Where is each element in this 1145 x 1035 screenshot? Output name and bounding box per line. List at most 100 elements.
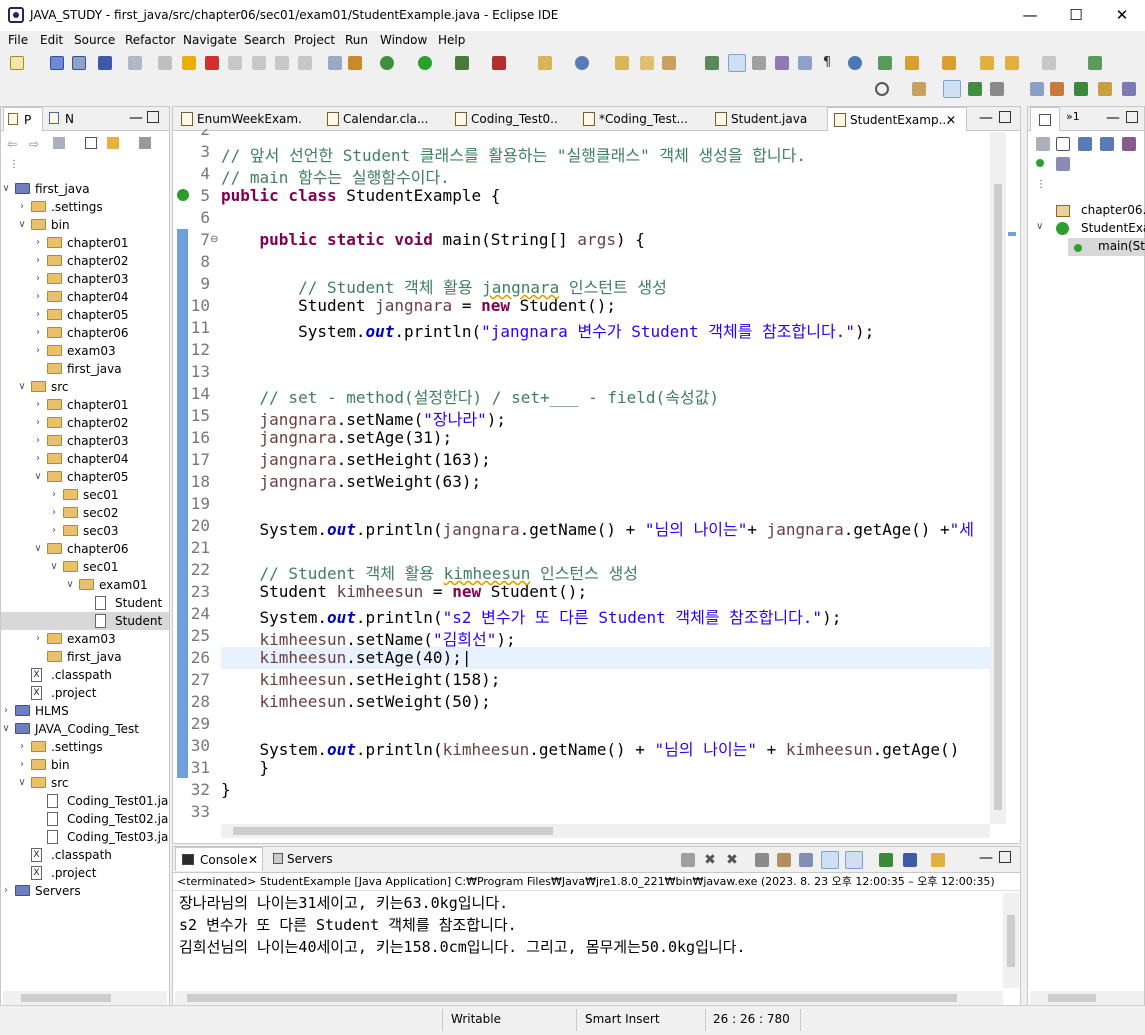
expand-icon[interactable]: › bbox=[33, 270, 43, 288]
tree-item[interactable]: Coding_Test01.ja bbox=[1, 792, 169, 810]
skip-breakpoints-icon[interactable] bbox=[128, 56, 142, 70]
menu-search[interactable]: Search bbox=[244, 33, 285, 47]
tree-item[interactable]: › chapter03 bbox=[1, 432, 169, 450]
view-menu-icon[interactable] bbox=[139, 137, 151, 149]
search-icon[interactable] bbox=[875, 82, 889, 96]
back-nav-icon[interactable]: ⇦ bbox=[7, 137, 17, 151]
collapse-all-icon[interactable] bbox=[85, 137, 97, 149]
web-browser-icon[interactable] bbox=[848, 56, 862, 70]
suspend-icon[interactable] bbox=[182, 56, 196, 70]
tree-item[interactable]: › chapter05 bbox=[1, 306, 169, 324]
more-views-icon[interactable]: »1 bbox=[1066, 110, 1080, 123]
display-console-icon[interactable] bbox=[903, 853, 917, 867]
tree-item[interactable]: Coding_Test03.ja bbox=[1, 828, 169, 846]
expand-icon[interactable]: › bbox=[33, 306, 43, 324]
fold-icon[interactable]: ⊖ bbox=[210, 234, 218, 245]
toggle-view-icon[interactable] bbox=[1088, 56, 1102, 70]
tree-item[interactable]: ∨ src bbox=[1, 378, 169, 396]
back-arrow-icon[interactable] bbox=[1005, 56, 1019, 70]
debug-icon[interactable] bbox=[380, 56, 394, 70]
hide-nonpublic-icon[interactable] bbox=[1122, 137, 1136, 151]
step-over-icon[interactable] bbox=[275, 56, 289, 70]
tree-item[interactable]: › chapter01 bbox=[1, 234, 169, 252]
expand-icon[interactable]: › bbox=[49, 504, 59, 522]
forward-nav-icon[interactable]: ⇨ bbox=[29, 137, 39, 151]
tab-studentexample[interactable]: StudentExamp... ✕ bbox=[827, 107, 967, 131]
tree-item[interactable]: › HLMS bbox=[1, 702, 169, 720]
open-task-icon[interactable] bbox=[640, 56, 654, 70]
tree-item[interactable]: ∨ first_java bbox=[1, 180, 169, 198]
tree-item[interactable]: Coding_Test02.ja bbox=[1, 810, 169, 828]
link-outline-icon[interactable] bbox=[1056, 157, 1070, 171]
tree-item[interactable]: › chapter01 bbox=[1, 396, 169, 414]
tab-coding-test-1[interactable]: Coding_Test0... bbox=[449, 107, 559, 131]
coverage-icon[interactable] bbox=[455, 56, 469, 70]
console-vertical-scrollbar[interactable] bbox=[1003, 893, 1019, 988]
outline-method[interactable]: main(Str bbox=[1098, 239, 1145, 253]
tab-coding-test-2[interactable]: *Coding_Test... bbox=[577, 107, 692, 131]
tree-item[interactable]: › sec01 bbox=[1, 486, 169, 504]
expand-icon[interactable]: › bbox=[1, 702, 11, 720]
tree-item[interactable]: › chapter03 bbox=[1, 270, 169, 288]
expand-icon[interactable]: › bbox=[33, 252, 43, 270]
clear-console-icon[interactable] bbox=[755, 853, 769, 867]
expand-icon[interactable]: › bbox=[49, 486, 59, 504]
prev-edit-icon[interactable] bbox=[942, 56, 956, 70]
terminate-console-icon[interactable] bbox=[681, 853, 695, 867]
open-console-menu-icon[interactable] bbox=[931, 853, 945, 867]
outline-horizontal-scrollbar[interactable] bbox=[1030, 991, 1144, 1005]
tree-item[interactable]: › bin bbox=[1, 756, 169, 774]
collapse-icon[interactable]: ∨ bbox=[1, 180, 11, 198]
menu-window[interactable]: Window bbox=[380, 33, 427, 47]
expand-icon[interactable]: › bbox=[33, 234, 43, 252]
collapse-outline-icon[interactable] bbox=[1056, 137, 1070, 151]
tree-item[interactable]: › Servers bbox=[1, 882, 169, 900]
collapse-icon[interactable]: ∨ bbox=[33, 540, 43, 558]
remove-launch-icon[interactable]: ✖ bbox=[703, 853, 717, 867]
open-type-icon[interactable] bbox=[615, 56, 629, 70]
scrollbar-thumb[interactable] bbox=[21, 994, 111, 1002]
expand-icon[interactable]: › bbox=[33, 450, 43, 468]
maximize-view-icon[interactable] bbox=[147, 111, 159, 123]
close-button[interactable]: ✕ bbox=[1099, 0, 1145, 31]
debug-perspective-icon[interactable] bbox=[968, 82, 982, 96]
remove-all-icon[interactable]: ✖ bbox=[725, 853, 739, 867]
tree-item[interactable]: › exam03 bbox=[1, 342, 169, 360]
use-step-filters-icon[interactable] bbox=[328, 56, 342, 70]
outline-class[interactable]: StudentExa bbox=[1081, 221, 1145, 235]
collapse-icon[interactable]: ∨ bbox=[17, 216, 27, 234]
tree-item[interactable]: ∨ chapter06 bbox=[1, 540, 169, 558]
step-return-icon[interactable] bbox=[298, 56, 312, 70]
outline-scroll-thumb[interactable] bbox=[1048, 994, 1096, 1002]
disconnect-icon[interactable] bbox=[228, 56, 242, 70]
tree-item[interactable]: › chapter02 bbox=[1, 252, 169, 270]
tree-horizontal-scrollbar[interactable] bbox=[3, 991, 167, 1005]
maximize-console-icon[interactable] bbox=[999, 851, 1011, 863]
forward-icon[interactable] bbox=[1042, 56, 1056, 70]
tree-item[interactable]: › sec03 bbox=[1, 522, 169, 540]
mark-occurrences-icon[interactable] bbox=[728, 54, 746, 72]
tree-item[interactable]: X .classpath bbox=[1, 846, 169, 864]
minimize-console-icon[interactable]: — bbox=[979, 851, 993, 865]
resume-icon[interactable] bbox=[158, 56, 172, 70]
expand-icon[interactable]: › bbox=[17, 198, 27, 216]
menu-edit[interactable]: Edit bbox=[40, 33, 63, 47]
expand-icon[interactable]: › bbox=[33, 432, 43, 450]
collapse-icon[interactable]: ∨ bbox=[17, 774, 27, 792]
expand-icon[interactable]: › bbox=[33, 396, 43, 414]
tree-item[interactable]: first_java bbox=[1, 360, 169, 378]
pin-console-icon[interactable] bbox=[879, 853, 893, 867]
toggle-breadcrumb-icon[interactable] bbox=[348, 56, 362, 70]
menu-source[interactable]: Source bbox=[74, 33, 115, 47]
minimize-editor-icon[interactable]: — bbox=[979, 111, 993, 125]
tab-package-explorer[interactable]: P bbox=[3, 107, 43, 131]
tree-item[interactable]: › .settings bbox=[1, 738, 169, 756]
hide-static-icon[interactable] bbox=[1100, 137, 1114, 151]
external-tools-icon[interactable] bbox=[492, 56, 506, 70]
tree-item[interactable]: › chapter02 bbox=[1, 414, 169, 432]
tab-calendar-class[interactable]: Calendar.cla... bbox=[321, 107, 431, 131]
view-menu-dots-icon[interactable]: ⋮ bbox=[9, 159, 19, 170]
run-icon[interactable] bbox=[418, 56, 432, 70]
menu-refactor[interactable]: Refactor bbox=[125, 33, 175, 47]
minimize-view-icon[interactable]: — bbox=[129, 111, 143, 125]
